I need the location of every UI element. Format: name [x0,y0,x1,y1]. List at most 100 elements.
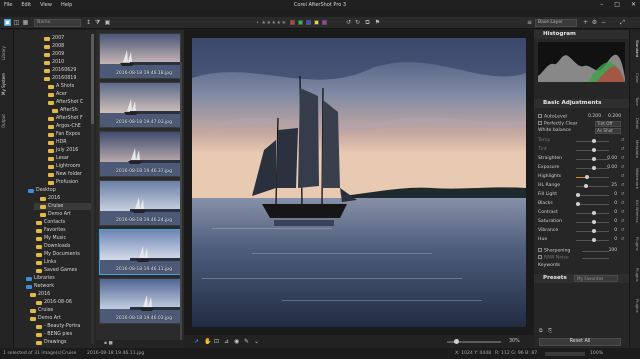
white-balance-select[interactable]: As Shot [595,128,621,134]
adjustment-value[interactable]: 0 [614,219,617,224]
tree-item[interactable]: Desktop [28,187,56,194]
color-label-red[interactable] [290,20,295,25]
reset-icon[interactable]: ↺ [620,156,625,161]
rotate-left-icon[interactable]: ↺ [345,19,352,26]
tree-item[interactable]: Drawings [36,339,66,346]
tree-item[interactable]: Demo Art [30,315,61,322]
right-tab[interactable]: Watermark [632,164,640,192]
adjustment-value[interactable]: 0 [614,192,617,197]
thumbnail[interactable]: 2016-08-18 19.47.03.jpg [99,82,181,128]
adjustment-slider-handle[interactable] [591,157,596,161]
tree-item[interactable]: Saved Games [36,267,77,274]
adjustment-slider-handle[interactable] [591,148,596,152]
copy-settings-icon[interactable]: ⧉ [539,328,543,334]
rating-stars[interactable]: • ★★★★★ [256,20,286,26]
paste-settings-icon[interactable]: ⎘ [548,328,552,334]
right-tab[interactable]: Standard [632,34,640,64]
perfectly-clear-select[interactable]: Tint Off [595,121,621,127]
tree-item[interactable]: Libraries [26,275,55,282]
thumbnail-scrollbar[interactable] [180,62,182,342]
tree-item[interactable]: Cruise [34,203,94,210]
tree-item[interactable]: Argos-ChE [48,123,81,130]
thumb-size-icon[interactable]: ▪ ■ [104,341,113,346]
reset-all-button[interactable]: Reset All [539,338,621,346]
adjustment-slider-handle[interactable] [591,238,596,242]
tree-item[interactable]: 2016 [40,195,60,202]
rotate-right-icon[interactable]: ↻ [354,19,361,26]
zoom-slider-handle[interactable] [454,339,459,344]
thumbnail[interactable]: 2016-08-18 19.46.37.jpg [99,131,181,177]
raw-noise-slider[interactable] [582,258,609,259]
single-view-icon[interactable]: ▣ [4,19,11,26]
tree-item[interactable]: July 2016 [48,147,78,154]
color-label-blue[interactable] [306,20,311,25]
tree-item[interactable]: 2009 [44,51,64,58]
tree-item[interactable]: Favorites [36,227,66,234]
layer-settings-icon[interactable]: ⚙ [591,19,598,26]
tree-item[interactable]: Lightroom [48,163,80,170]
reset-icon[interactable]: ↺ [620,192,625,197]
adjustment-slider[interactable] [576,195,609,196]
sort-direction-icon[interactable]: ↕ [85,19,92,26]
right-tab[interactable]: Kill Wireless [632,196,640,226]
tree-item[interactable]: My Music [36,235,66,242]
thumbnail[interactable]: 2016-08-18 19.46.24.jpg [99,180,181,226]
thumbnail[interactable]: 2016-08-18 19.46.11.jpg [99,229,181,275]
reset-icon[interactable]: ↺ [620,237,625,242]
grid-view-icon[interactable]: ▦ [22,19,29,26]
brush-tool-icon[interactable]: ✎ [244,338,249,345]
adjustment-slider-handle[interactable] [591,211,596,215]
adjustment-slider-handle[interactable] [576,193,580,197]
reset-icon[interactable]: ↺ [620,201,625,206]
crop-tool-icon[interactable]: ⊡ [214,338,219,345]
full-screen-icon[interactable]: ⤢ [619,19,626,26]
adjustment-value[interactable]: 0 [614,201,617,206]
raw-noise-checkbox[interactable] [538,255,542,259]
tree-item[interactable]: New folder [48,171,82,178]
color-label-yellow[interactable] [314,20,319,25]
maximize-button[interactable]: □ [614,1,620,8]
more-tools-icon[interactable]: ⌄ [254,338,259,345]
main-photo[interactable] [192,38,526,327]
right-tab[interactable]: Plugins [632,262,640,288]
sharpening-value[interactable]: 100 [609,248,617,253]
adjustment-value[interactable]: 25 [611,183,617,188]
tree-item[interactable]: - Beauty-Portra [36,323,80,330]
tree-item[interactable]: 2007 [44,35,64,42]
adjustment-slider[interactable] [576,177,609,178]
right-tab[interactable]: Color [632,68,640,88]
right-tab[interactable]: Detail [632,114,640,134]
presets-select[interactable]: My Favorites [574,275,618,282]
redeye-tool-icon[interactable]: ◉ [234,338,239,345]
presets-header[interactable]: Presets My Favorites [534,274,629,283]
autolevel-value-1[interactable]: 0.200 [588,114,601,119]
sharpening-slider[interactable] [582,251,609,252]
tree-item[interactable]: Fan Expos [48,131,80,138]
compare-icon[interactable]: ⧉ [364,19,371,26]
adjustment-value[interactable]: 0 [614,228,617,233]
tree-item[interactable]: - BENG pies [36,331,72,338]
tree-item[interactable]: Demo Art [40,211,71,218]
adjustment-slider-handle[interactable] [591,166,596,170]
delete-layer-icon[interactable]: − [600,19,607,26]
tree-item[interactable]: My Documents [36,251,80,258]
reset-icon[interactable]: ↺ [620,138,625,143]
perfectly-clear-checkbox[interactable] [538,121,542,125]
tree-item[interactable]: AfterShot C [48,99,83,106]
tree-item[interactable]: 2016-08-06 [36,299,72,306]
right-tab[interactable]: Plugins [632,230,640,258]
reset-icon[interactable]: ↺ [620,165,625,170]
minimize-button[interactable]: – [600,1,603,8]
tree-item[interactable]: 2016 [30,291,50,298]
filter-icon[interactable]: ⧩ [94,19,101,26]
tree-item[interactable]: Network [26,283,54,290]
tree-item[interactable]: HDR [48,139,67,146]
tree-item[interactable]: Lesar [48,155,69,162]
tree-item[interactable]: Acer [48,91,67,98]
histogram-header[interactable]: Histogram [534,30,629,39]
tab-library[interactable]: Library [1,44,13,62]
tree-item[interactable]: AfterShot F [48,115,83,122]
sort-name-select[interactable]: Name [34,19,81,27]
adjustment-slider[interactable] [576,186,609,187]
adjustment-slider[interactable] [576,204,609,205]
